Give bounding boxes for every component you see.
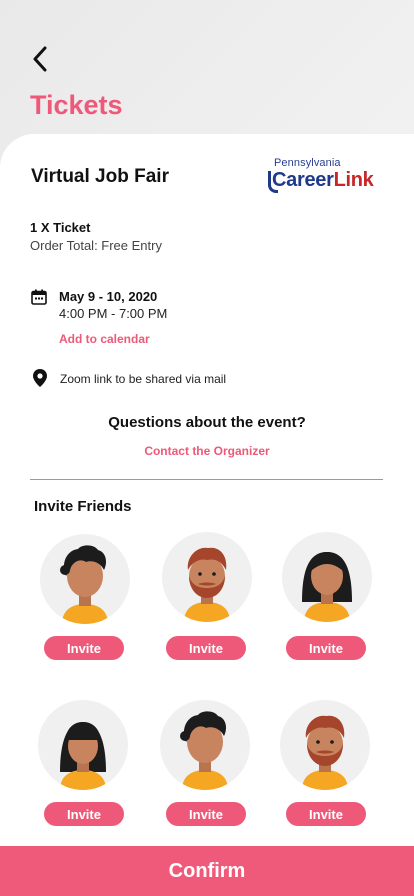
ticket-count: 1 X Ticket — [30, 220, 91, 235]
friend-avatar — [162, 532, 252, 622]
event-time: 4:00 PM - 7:00 PM — [59, 306, 168, 321]
event-location: Zoom link to be shared via mail — [60, 372, 227, 386]
event-title: Virtual Job Fair — [31, 166, 169, 187]
contact-organizer-link[interactable]: Contact the Organizer — [0, 444, 414, 458]
add-to-calendar-link[interactable]: Add to calendar — [59, 332, 150, 346]
page-title: Tickets — [30, 90, 123, 120]
invite-button[interactable]: Invite — [286, 802, 366, 826]
confirm-button[interactable]: Confirm — [0, 846, 414, 896]
logo-state-text: Pennsylvania — [274, 157, 341, 169]
avatar-bangs-hair-icon — [60, 722, 106, 790]
questions-heading: Questions about the event? — [108, 414, 306, 431]
invite-button[interactable]: Invite — [44, 802, 124, 826]
event-date: May 9 - 10, 2020 — [59, 289, 158, 304]
friend-avatar — [40, 534, 130, 624]
friend-avatar — [282, 532, 372, 622]
friend-avatar — [280, 700, 370, 790]
logo-word-link: Link — [333, 169, 374, 191]
order-total: Order Total: Free Entry — [30, 238, 162, 253]
back-button[interactable] — [26, 44, 54, 74]
avatar-beard-red-icon — [302, 715, 348, 790]
location-pin-icon — [33, 369, 47, 387]
invite-button[interactable]: Invite — [44, 636, 124, 660]
divider — [30, 479, 383, 480]
logo-wordmark: CareerLink — [272, 169, 374, 192]
logo-word-career: Career — [272, 169, 334, 191]
avatar-beard-red-icon — [184, 547, 230, 622]
chevron-left-icon — [33, 46, 47, 72]
friend-avatar — [160, 700, 250, 790]
careerlink-logo: Pennsylvania CareerLink — [268, 157, 388, 197]
avatar-curly-hair-icon — [60, 545, 108, 624]
invite-button[interactable]: Invite — [166, 802, 246, 826]
invite-button[interactable]: Invite — [166, 636, 246, 660]
invite-friends-heading: Invite Friends — [34, 498, 132, 515]
invite-button[interactable]: Invite — [286, 636, 366, 660]
friend-avatar — [38, 700, 128, 790]
avatar-curly-hair-icon — [180, 711, 228, 790]
avatar-long-hair-icon — [302, 552, 352, 622]
calendar-icon — [31, 289, 47, 305]
